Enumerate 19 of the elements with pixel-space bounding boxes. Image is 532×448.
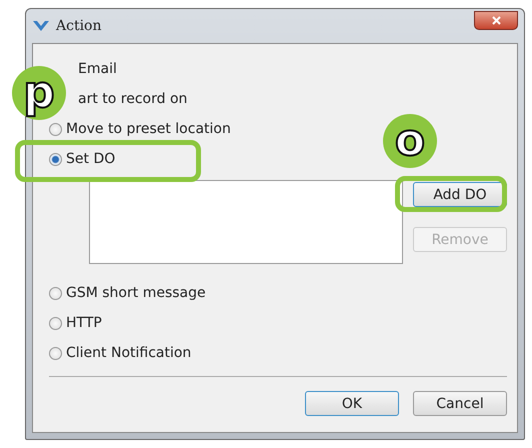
do-list[interactable] <box>89 180 403 264</box>
option-label: Email <box>78 61 117 77</box>
option-label: Client Notification <box>66 345 192 361</box>
radio-button[interactable] <box>49 346 62 360</box>
option-label: Move to preset location <box>66 121 231 137</box>
cancel-button[interactable]: Cancel <box>413 391 507 416</box>
ok-button[interactable]: OK <box>305 391 399 416</box>
option-label: HTTP <box>66 315 102 331</box>
radio-button[interactable] <box>49 316 62 330</box>
close-icon <box>492 16 500 24</box>
callout-badge: p <box>12 66 66 120</box>
radio-button[interactable] <box>49 152 62 166</box>
option-label: art to record on <box>78 91 188 107</box>
radio-button[interactable] <box>49 286 62 300</box>
option-label: Set DO <box>66 151 116 167</box>
option-label: GSM short message <box>66 285 206 301</box>
close-button[interactable] <box>474 10 518 30</box>
window-title: Action <box>56 18 102 34</box>
radio-button[interactable] <box>49 122 62 136</box>
